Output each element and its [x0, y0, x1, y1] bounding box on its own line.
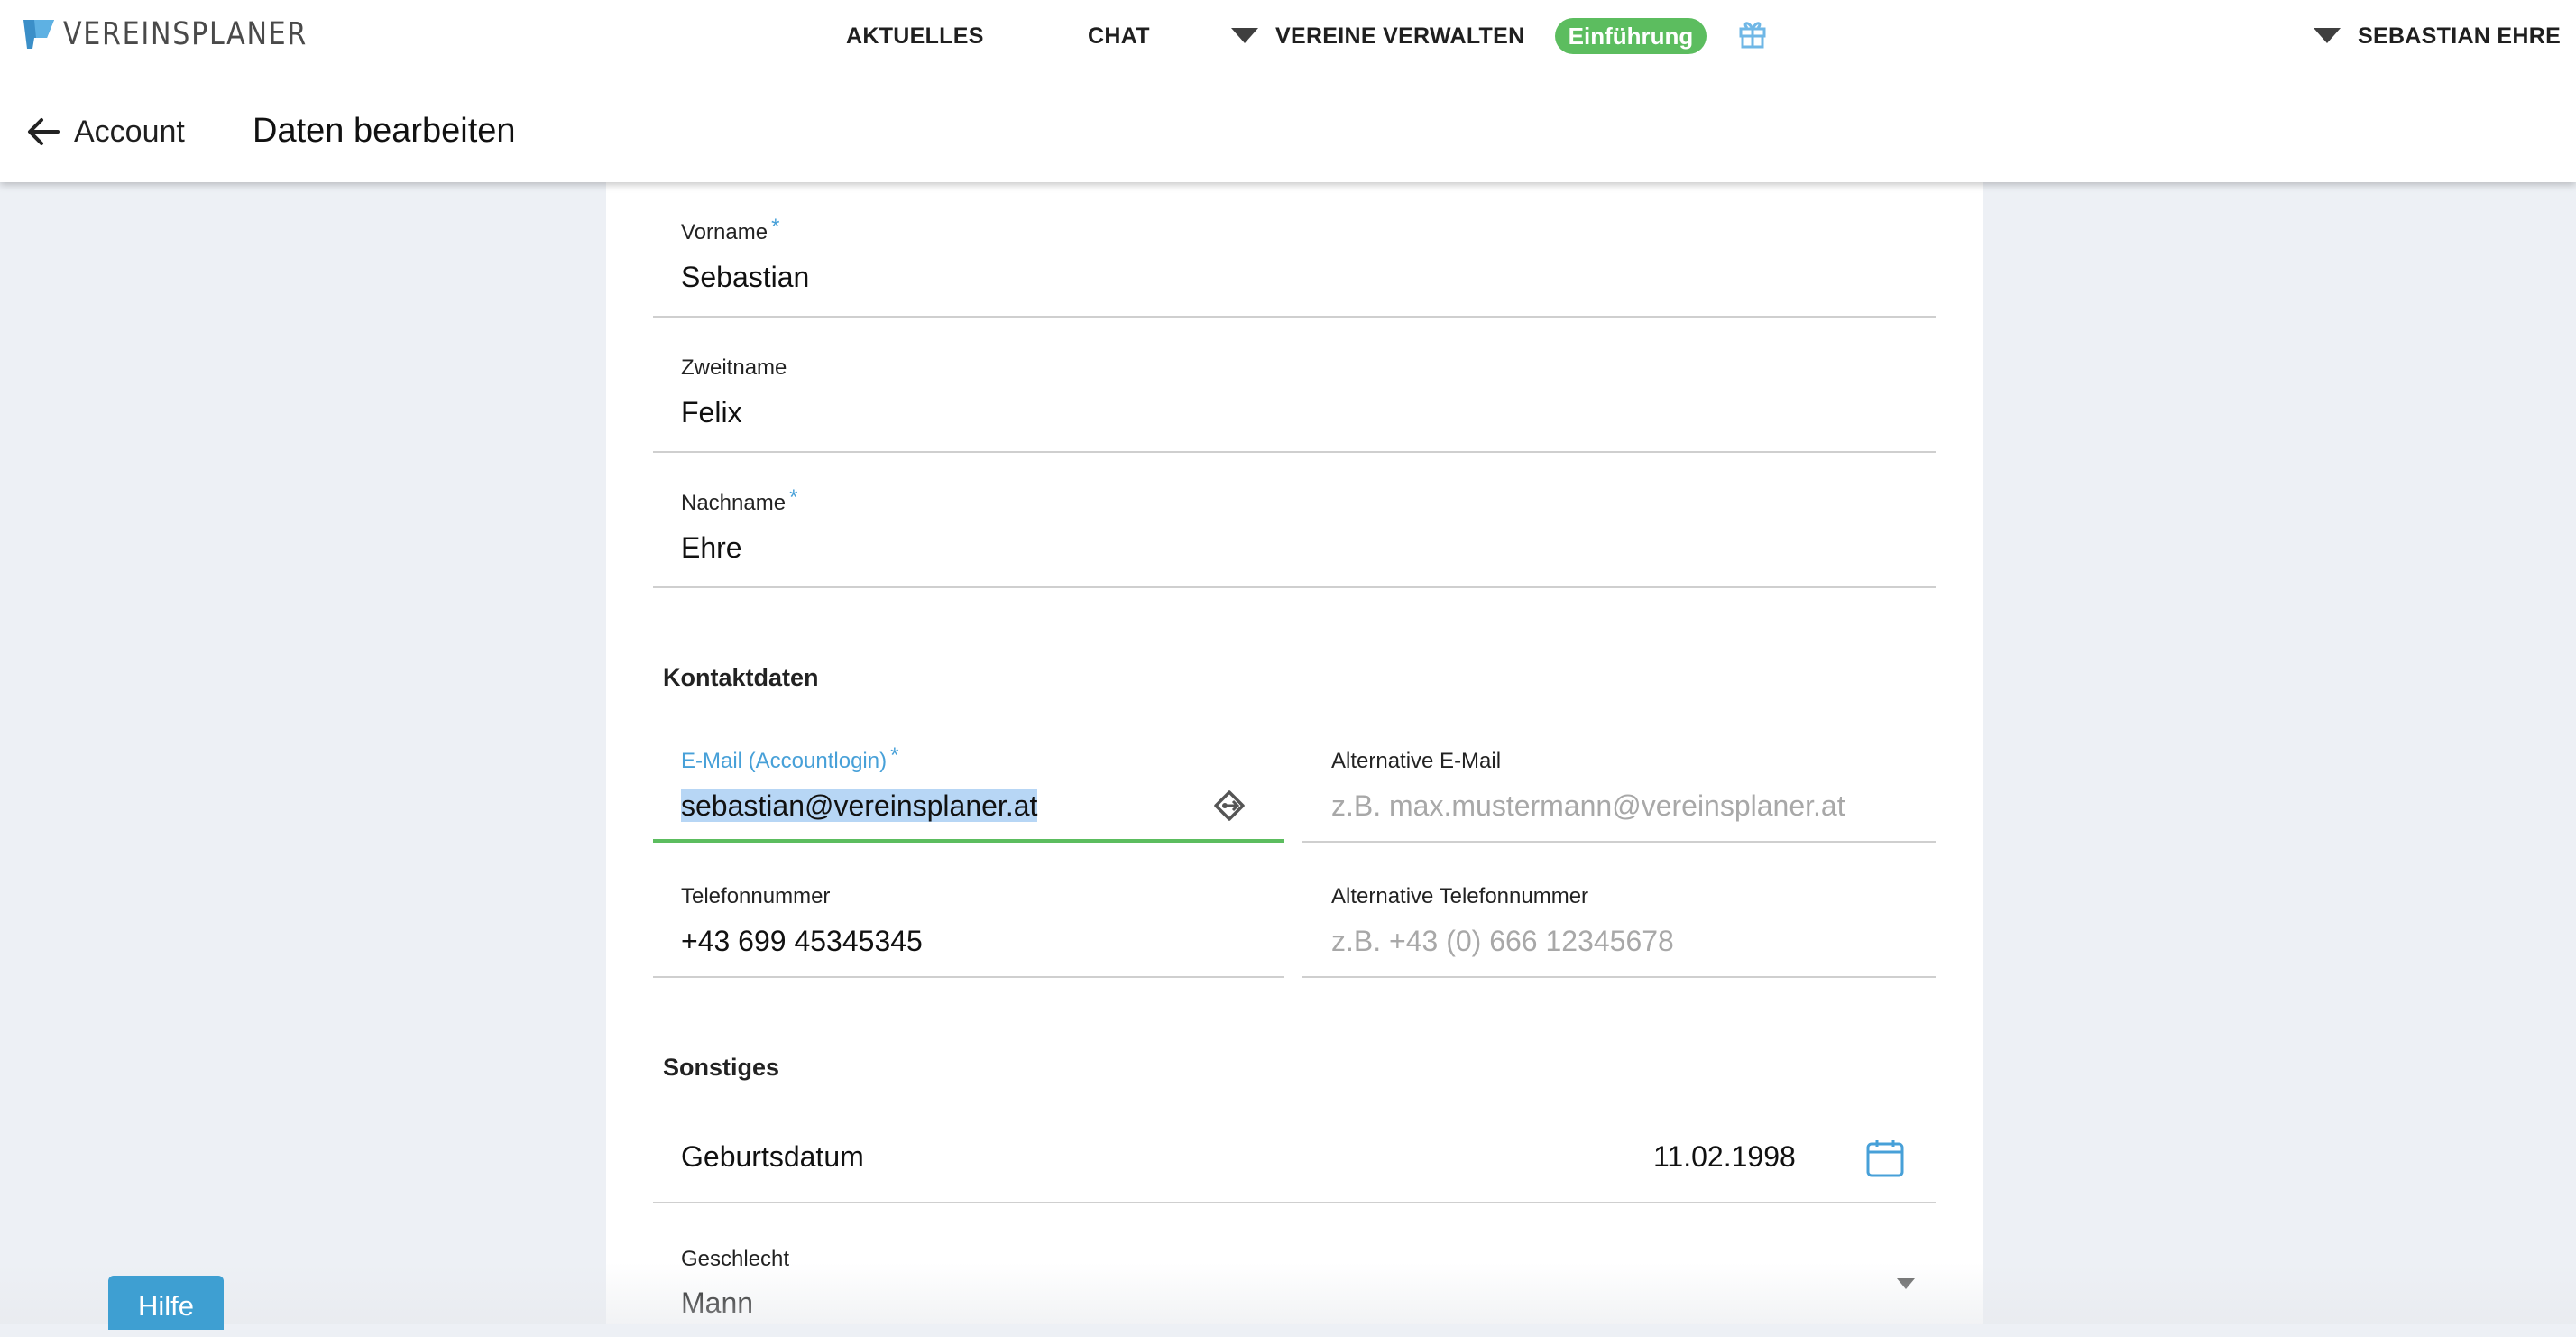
page-title: Daten bearbeiten	[253, 112, 516, 150]
geschlecht-value: Mann	[681, 1286, 754, 1319]
user-menu-chevron-icon[interactable]	[2314, 28, 2341, 43]
calendar-icon[interactable]	[1865, 1139, 1905, 1183]
alt-telefon-field[interactable]: Alternative Telefonnummer z.B. +43 (0) 6…	[1331, 884, 1927, 983]
telefon-input[interactable]: +43 699 45345345	[681, 925, 923, 958]
nav-chat[interactable]: CHAT	[1088, 23, 1150, 50]
nachname-underline	[653, 586, 1936, 588]
logo-text: VEREINSPLANER	[63, 16, 308, 52]
vorname-field[interactable]: Vorname * Sebastian	[681, 215, 1935, 319]
vereinsplaner-logo-icon	[23, 20, 54, 49]
required-marker: *	[771, 215, 780, 239]
nachname-field[interactable]: Nachname * Ehre	[681, 485, 1935, 590]
email-input-value: sebastian@vereinsplaner.at	[681, 789, 1038, 822]
alt-email-underline	[1302, 841, 1936, 843]
gift-icon[interactable]	[1739, 18, 1766, 53]
back-to-account-link[interactable]: Account	[74, 115, 185, 150]
kontaktdaten-heading: Kontaktdaten	[663, 664, 819, 691]
required-marker: *	[789, 485, 798, 510]
nav-aktuelles[interactable]: AKTUELLES	[846, 23, 984, 50]
edit-profile-form: Vorname * Sebastian Zweitname Felix Nachn…	[606, 182, 1983, 1324]
vorname-input[interactable]: Sebastian	[681, 261, 809, 294]
required-marker: *	[890, 743, 899, 768]
zweitname-input[interactable]: Felix	[681, 396, 742, 429]
geschlecht-label: Geschlecht	[681, 1247, 790, 1271]
alt-email-field[interactable]: Alternative E-Mail z.B. max.mustermann@v…	[1331, 749, 1927, 848]
alt-email-input[interactable]: z.B. max.mustermann@vereinsplaner.at	[1331, 789, 1845, 823]
alt-telefon-label: Alternative Telefonnummer	[1331, 884, 1589, 908]
email-input[interactable]: sebastian@vereinsplaner.at	[681, 789, 1038, 823]
geburtsdatum-label: Geburtsdatum	[681, 1140, 864, 1173]
vorname-label: Vorname *	[681, 215, 780, 244]
email-field[interactable]: E-Mail (Accountlogin) * sebastian@vereins…	[681, 743, 1276, 848]
alt-email-label: Alternative E-Mail	[1331, 749, 1502, 773]
nachname-input[interactable]: Ehre	[681, 531, 742, 565]
einfuehrung-badge[interactable]: Einführung	[1555, 18, 1707, 54]
geburtsdatum-value[interactable]: 11.02.1998	[1653, 1140, 1796, 1174]
back-arrow-icon[interactable]	[27, 117, 60, 151]
telefon-label: Telefonnummer	[681, 884, 831, 908]
zweitname-label: Zweitname	[681, 355, 787, 380]
top-navigation-bar: VEREINSPLANER AKTUELLES CHAT VEREINE VER…	[0, 0, 2576, 182]
geschlecht-select[interactable]: Geschlecht Mann	[681, 1247, 1935, 1324]
alt-telefon-underline	[1302, 976, 1936, 978]
email-label: E-Mail (Accountlogin) *	[681, 743, 899, 773]
zweitname-field[interactable]: Zweitname Felix	[681, 355, 1935, 455]
telefon-field[interactable]: Telefonnummer +43 699 45345345	[681, 884, 1276, 983]
geburtsdatum-underline	[653, 1202, 1936, 1203]
nav-vereine-verwalten[interactable]: VEREINE VERWALTEN	[1275, 23, 1524, 50]
geburtsdatum-field[interactable]: Geburtsdatum 11.02.1998	[681, 1137, 1935, 1200]
autofill-key-icon[interactable]	[1210, 787, 1248, 829]
user-menu-name[interactable]: SEBASTIAN EHRE	[2358, 23, 2561, 50]
nachname-label: Nachname *	[681, 485, 798, 515]
chevron-down-icon[interactable]	[1231, 28, 1258, 43]
sonstiges-heading: Sonstiges	[663, 1054, 780, 1081]
help-button[interactable]: Hilfe	[108, 1276, 224, 1330]
alt-telefon-input[interactable]: z.B. +43 (0) 666 12345678	[1331, 925, 1674, 958]
telefon-underline	[653, 976, 1284, 978]
vorname-underline	[653, 316, 1936, 318]
dropdown-chevron-down-icon[interactable]	[1896, 1277, 1916, 1295]
zweitname-underline	[653, 451, 1936, 453]
vereinsplaner-logo[interactable]: VEREINSPLANER	[22, 16, 347, 52]
email-underline-active	[653, 839, 1284, 843]
